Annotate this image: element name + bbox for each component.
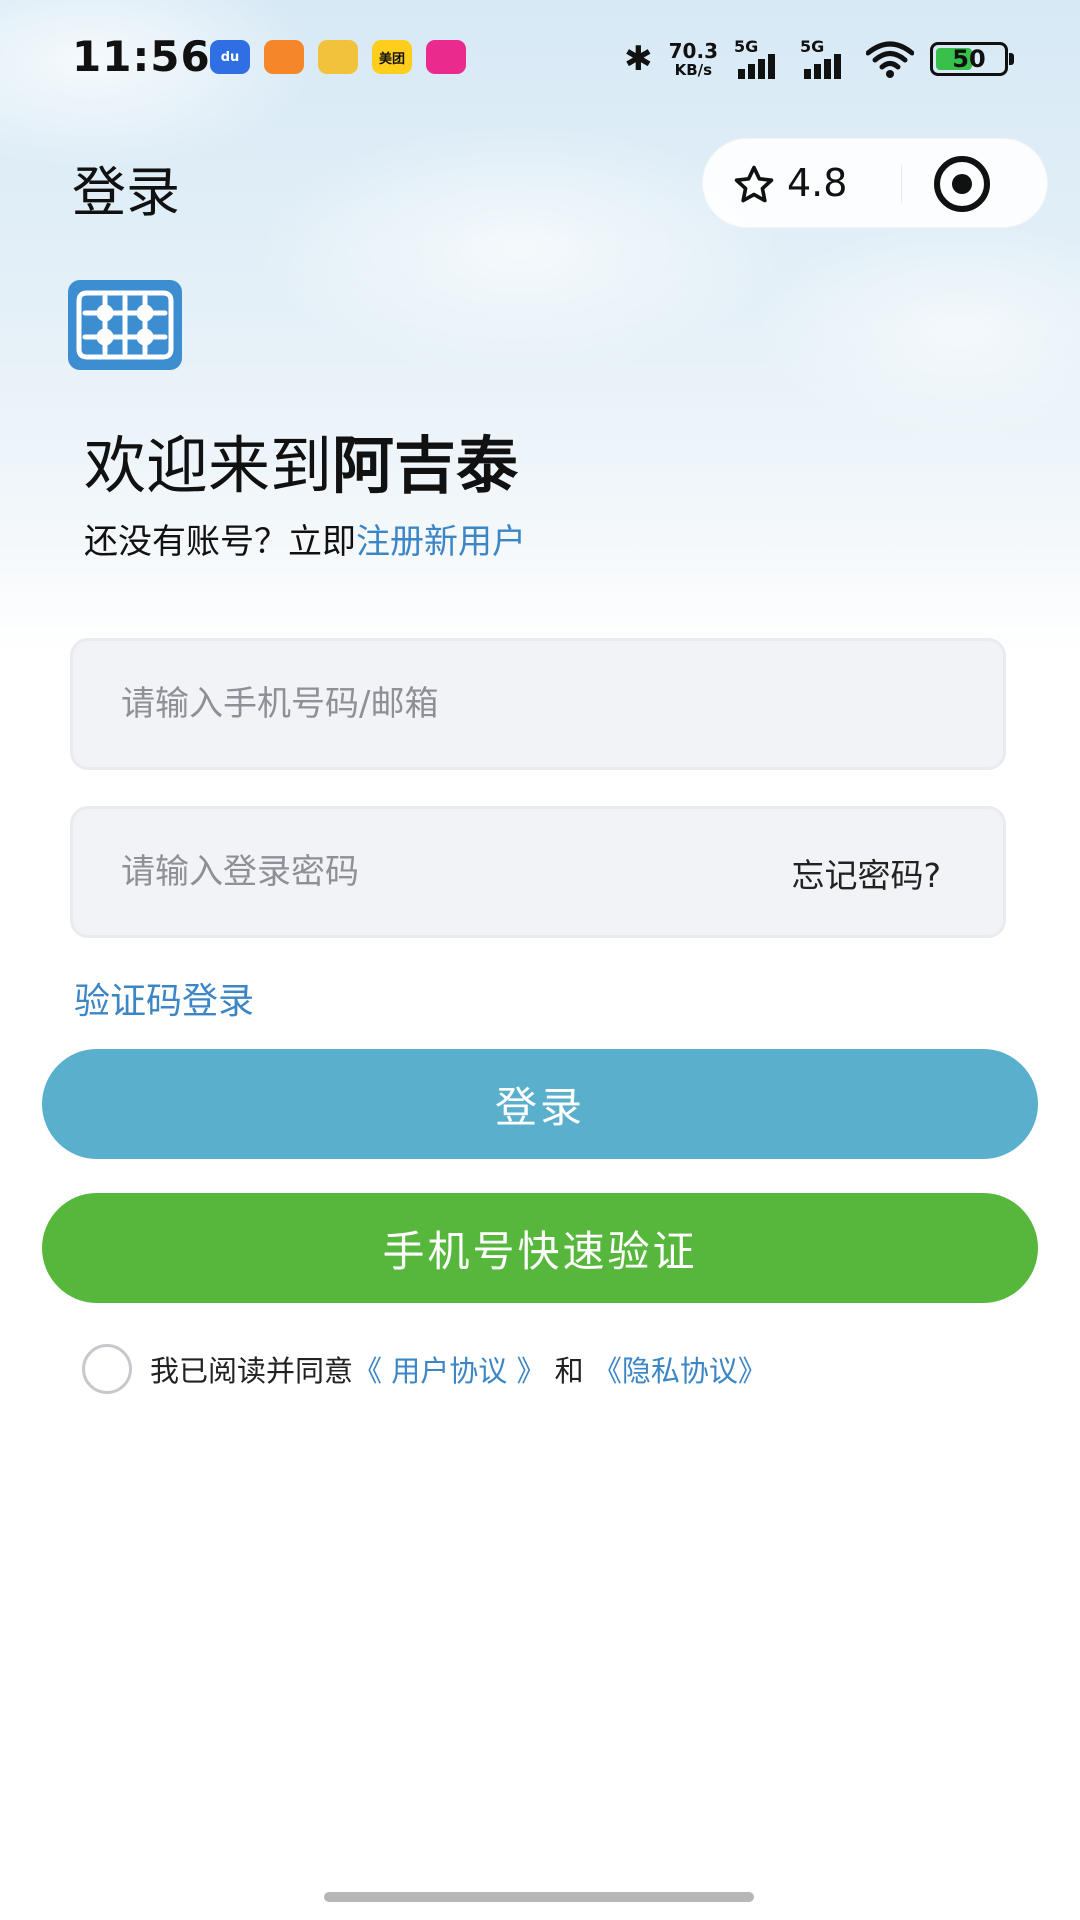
agreement-and: 和 bbox=[545, 1354, 593, 1388]
password-input[interactable] bbox=[121, 809, 741, 935]
notification-app-icons: du 美团 bbox=[210, 40, 466, 74]
cell-signal-icon-1: 5G bbox=[734, 37, 784, 79]
password-field: 忘记密码? bbox=[70, 806, 1006, 938]
meituan-app-icon: 美团 bbox=[372, 40, 412, 74]
status-time: 11:56 bbox=[72, 32, 211, 81]
network-speed: 70.3 KB/s bbox=[669, 41, 718, 78]
mini-program-capsule: 4.8 bbox=[702, 138, 1048, 228]
account-field bbox=[70, 638, 1006, 770]
register-prompt: 还没有账号？立即 bbox=[84, 522, 356, 562]
star-icon[interactable] bbox=[731, 163, 777, 207]
forgot-password-link[interactable]: 忘记密码? bbox=[791, 849, 941, 897]
battery-icon: 50 bbox=[930, 42, 1014, 76]
welcome-heading: 欢迎来到阿吉泰 bbox=[84, 415, 518, 505]
quick-verify-button[interactable]: 手机号快速验证 bbox=[42, 1193, 1038, 1303]
cell-signal-icon-2: 5G bbox=[800, 37, 850, 79]
network-speed-value: 70.3 bbox=[668, 38, 718, 63]
app-logo bbox=[68, 280, 182, 370]
network-speed-unit: KB/s bbox=[674, 60, 713, 79]
code-login-link[interactable]: 验证码登录 bbox=[74, 972, 254, 1024]
register-link[interactable]: 注册新用户 bbox=[356, 522, 526, 562]
welcome-app-name: 阿吉泰 bbox=[332, 429, 519, 502]
login-button[interactable]: 登录 bbox=[42, 1049, 1038, 1159]
account-input[interactable] bbox=[121, 641, 741, 767]
home-indicator[interactable] bbox=[324, 1892, 754, 1902]
baidu-app-icon: du bbox=[210, 40, 250, 74]
wifi-icon bbox=[866, 41, 914, 78]
agreement-checkbox[interactable] bbox=[82, 1344, 132, 1394]
login-page: 11:56 du 美团 ✱ 70.3 KB/s 5G 5G 50 登录 4.8 … bbox=[0, 0, 1080, 1920]
bluetooth-icon: ✱ bbox=[624, 39, 653, 79]
record-icon[interactable] bbox=[931, 153, 993, 215]
status-indicators: ✱ 70.3 KB/s 5G 5G 50 bbox=[624, 36, 1014, 82]
agreement-row: 我已阅读并同意 《 用户协议 》 和 《隐私协议》 bbox=[82, 1344, 767, 1394]
orange-app-icon bbox=[264, 40, 304, 74]
rating-value: 4.8 bbox=[787, 161, 848, 205]
page-title: 登录 bbox=[72, 161, 180, 224]
battery-level: 50 bbox=[952, 45, 986, 73]
welcome-prefix: 欢迎来到 bbox=[84, 429, 333, 502]
yellow-app-icon bbox=[318, 40, 358, 74]
pink-app-icon bbox=[426, 40, 466, 74]
user-agreement-link[interactable]: 《 用户协议 》 bbox=[353, 1348, 545, 1390]
agreement-prefix: 我已阅读并同意 bbox=[150, 1354, 354, 1388]
privacy-policy-link[interactable]: 《隐私协议》 bbox=[593, 1348, 767, 1390]
status-bar: 11:56 du 美团 ✱ 70.3 KB/s 5G 5G 50 bbox=[0, 0, 1080, 120]
register-prompt-line: 还没有账号？立即注册新用户 bbox=[84, 514, 526, 563]
capsule-divider bbox=[901, 165, 902, 203]
knot-logo-icon bbox=[76, 290, 174, 360]
